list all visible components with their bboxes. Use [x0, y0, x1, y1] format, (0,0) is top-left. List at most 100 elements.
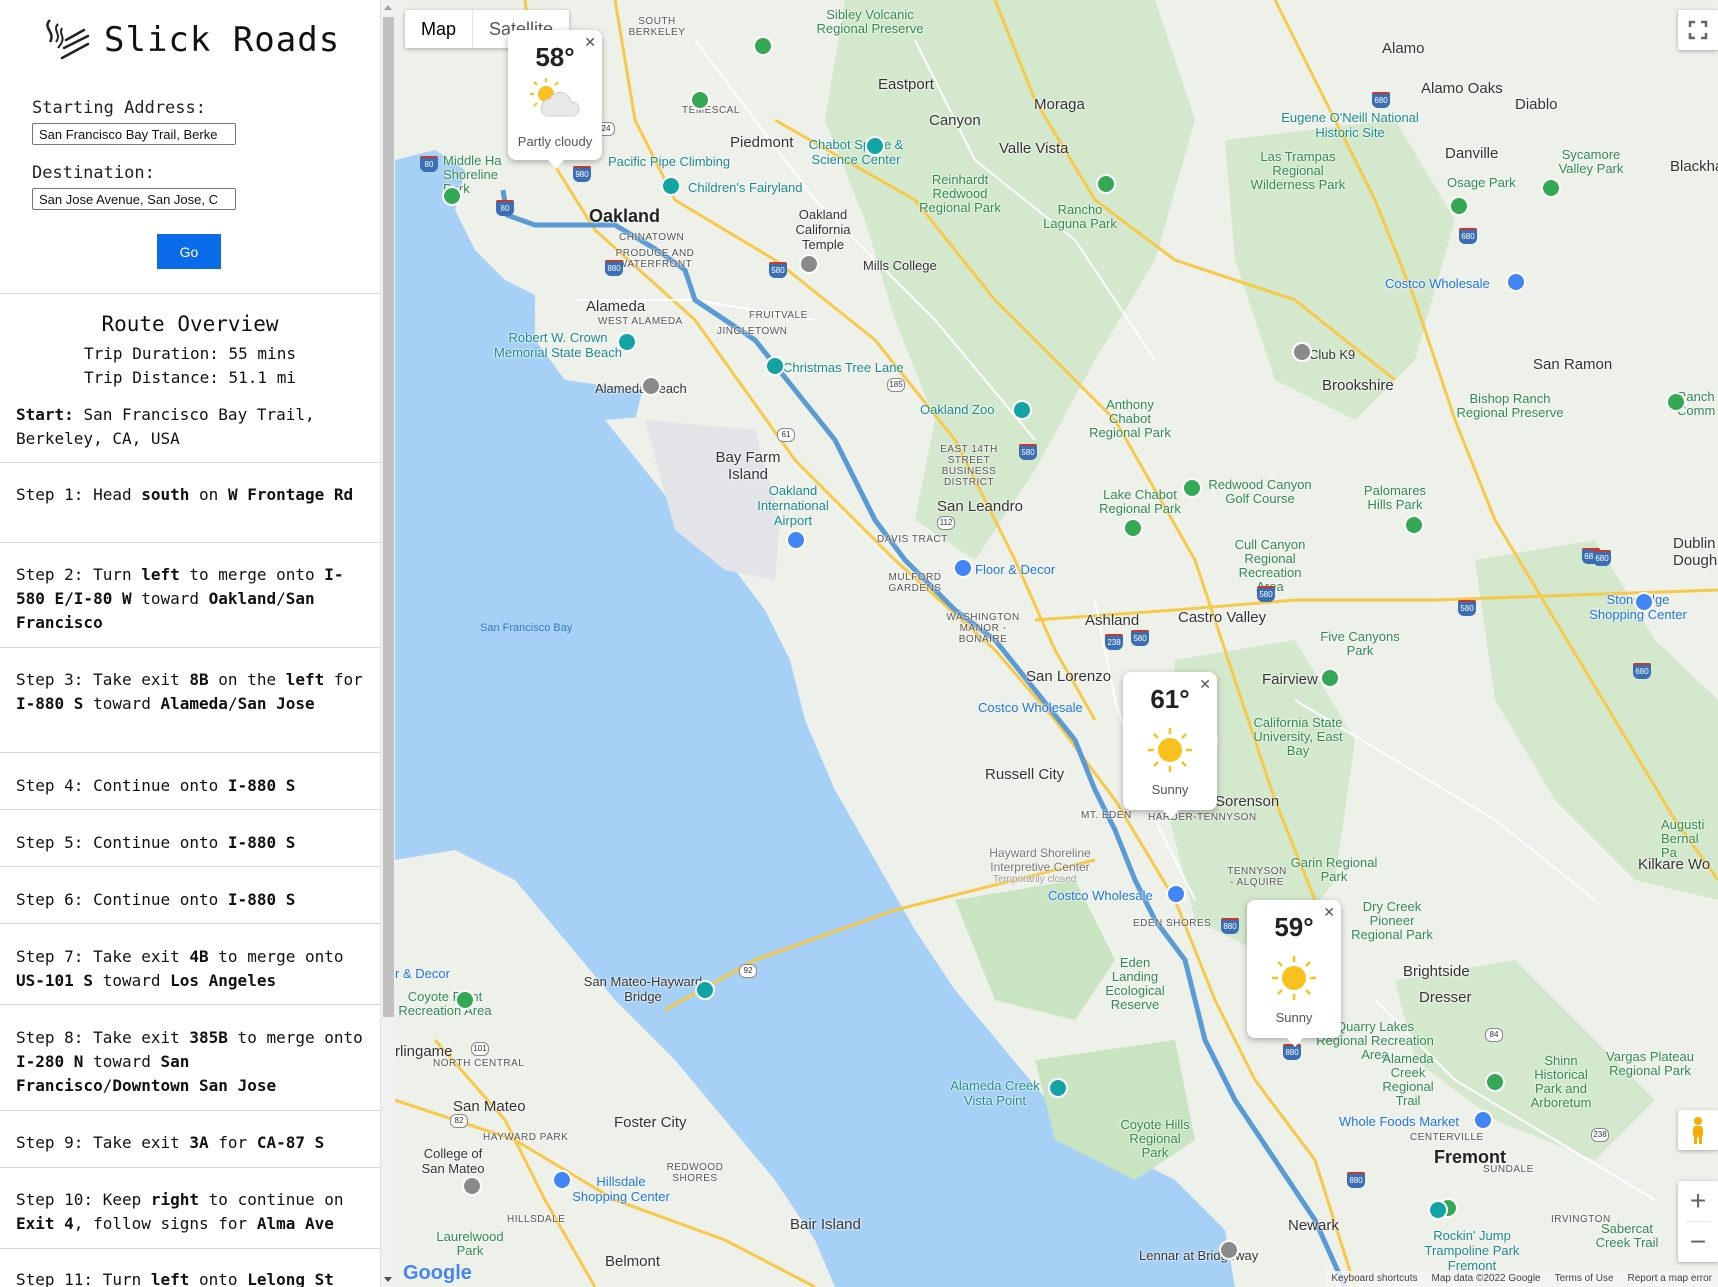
poi-robert-crown: Robert W. Crown Memorial State Beach — [494, 330, 622, 360]
place-icon[interactable] — [1292, 342, 1312, 362]
step-2[interactable]: Step 2: Turn left to merge onto I-580 E/… — [16, 563, 366, 635]
weather-card-1[interactable]: ✕ 58° Partly cloudy — [508, 30, 602, 169]
place-icon[interactable] — [1219, 1240, 1239, 1260]
camera-icon[interactable] — [865, 136, 885, 156]
route-marker: 238 — [1591, 1128, 1609, 1142]
golf-icon[interactable] — [1182, 478, 1202, 498]
park-icon[interactable] — [753, 36, 773, 56]
trip-distance: Trip Distance: 51.1 mi — [84, 368, 296, 387]
step-11[interactable]: Step 11: Turn left onto Lelong St — [16, 1268, 366, 1287]
airport-icon[interactable] — [786, 530, 806, 550]
step-text: onto — [189, 1270, 248, 1287]
scroll-up-icon[interactable] — [384, 5, 392, 10]
place-icon[interactable] — [641, 376, 661, 396]
shopping-bag-icon[interactable] — [1166, 884, 1186, 904]
start-address-input[interactable] — [32, 123, 236, 145]
step-7[interactable]: Step 7: Take exit 4B to merge onto US-10… — [16, 945, 366, 993]
google-logo[interactable]: Google — [403, 1262, 472, 1285]
poi-osage-park: Osage Park — [1447, 175, 1516, 190]
step-text: on the — [208, 670, 286, 689]
step-bold: I-880 S — [227, 776, 296, 795]
district-hayward-park: HAYWARD PARK — [483, 1132, 569, 1143]
poi-vargas: Vargas Plateau Regional Park — [1606, 1049, 1694, 1078]
place-danville: Danville — [1445, 145, 1499, 162]
route-overview-title: Route Overview — [101, 312, 279, 336]
place-piedmont: Piedmont — [730, 134, 794, 151]
route-marker: 185 — [887, 378, 905, 392]
sun-icon — [1272, 956, 1316, 1000]
park-icon[interactable] — [1666, 392, 1686, 412]
place-bair-island: Bair Island — [790, 1216, 861, 1233]
district-davis-tract: DAVIS TRACT — [877, 534, 948, 545]
weather-desc: Sunny — [1275, 1010, 1313, 1025]
place-blackhawk: Blackha — [1670, 158, 1718, 175]
park-icon[interactable] — [1123, 518, 1143, 538]
step-5[interactable]: Step 5: Continue onto I-880 S — [16, 831, 366, 855]
keyboard-shortcuts-link[interactable]: Keyboard shortcuts — [1331, 1271, 1417, 1287]
step-1[interactable]: Step 1: Head south on W Frontage Rd — [16, 483, 366, 507]
step-4[interactable]: Step 4: Continue onto I-880 S — [16, 774, 366, 798]
landmark-icon[interactable] — [799, 254, 819, 274]
school-icon[interactable] — [462, 1176, 482, 1196]
highway-shield: 580 — [1019, 444, 1037, 460]
step-6[interactable]: Step 6: Continue onto I-880 S — [16, 888, 366, 912]
park-icon[interactable] — [1320, 668, 1340, 688]
go-button[interactable]: Go — [157, 234, 221, 269]
place-ashland: Ashland — [1085, 612, 1140, 629]
shopping-bag-icon[interactable] — [1473, 1110, 1493, 1130]
place-diablo: Diablo — [1515, 96, 1558, 113]
weather-card-2[interactable]: ✕ 61° Sunny — [1123, 672, 1217, 819]
park-icon[interactable] — [1449, 196, 1469, 216]
park-icon[interactable] — [690, 90, 710, 110]
shopping-bag-icon[interactable] — [552, 1170, 572, 1190]
camera-icon[interactable] — [617, 332, 637, 352]
step-text: Step 8: Take exit — [16, 1028, 190, 1047]
weather-temp: 61° — [1150, 684, 1190, 714]
map-type-map-button[interactable]: Map — [405, 10, 472, 48]
weather-card-3[interactable]: ✕ 59° Sunny — [1247, 900, 1341, 1047]
shopping-bag-icon[interactable] — [1506, 272, 1526, 292]
step-9[interactable]: Step 9: Take exit 3A for CA-87 S — [16, 1131, 366, 1155]
paw-icon[interactable] — [1012, 400, 1032, 420]
camera-icon[interactable] — [661, 176, 681, 196]
park-icon[interactable] — [1404, 515, 1424, 535]
zoom-in-button[interactable]: + — [1678, 1181, 1718, 1221]
step-3[interactable]: Step 3: Take exit 8B on the left for I-8… — [16, 668, 366, 716]
report-error-link[interactable]: Report a map error — [1628, 1271, 1712, 1287]
highway-shield: 580 — [1458, 600, 1476, 616]
destination-input[interactable] — [32, 188, 236, 210]
step-text: / — [227, 694, 238, 713]
shopping-bag-icon[interactable] — [953, 558, 973, 578]
poi-mills-college: Mills College — [863, 258, 937, 273]
shopping-bag-icon[interactable] — [1634, 592, 1654, 612]
park-icon[interactable] — [1541, 178, 1561, 198]
camera-icon[interactable] — [1048, 1078, 1068, 1098]
step-text: on — [189, 485, 228, 504]
street-view-button[interactable] — [1678, 1110, 1718, 1150]
park-icon[interactable] — [1485, 1072, 1505, 1092]
step-text: Step 1: Head — [16, 485, 142, 504]
sidebar-scrollbar[interactable] — [380, 0, 396, 1287]
highway-shield: 680 — [1633, 663, 1651, 679]
terms-link[interactable]: Terms of Use — [1555, 1271, 1614, 1287]
scroll-down-icon[interactable] — [384, 1277, 392, 1282]
place-fairview: Fairview — [1262, 671, 1318, 688]
fullscreen-button[interactable] — [1678, 10, 1718, 50]
park-icon[interactable] — [455, 990, 475, 1010]
poi-sycamore-valley: Sycamore Valley Park — [1558, 147, 1624, 176]
poi-whole-foods: Whole Foods Market — [1339, 1114, 1459, 1129]
scrollbar-thumb[interactable] — [383, 17, 394, 1017]
camera-icon[interactable] — [1428, 1200, 1448, 1220]
zoom-out-button[interactable]: − — [1678, 1222, 1718, 1262]
map-canvas[interactable]: Oakland Fremont Alameda San Leandro Cast… — [395, 0, 1718, 1287]
step-8[interactable]: Step 8: Take exit 385B to merge onto I-2… — [16, 1026, 366, 1098]
place-sorenson: Sorenson — [1215, 793, 1280, 810]
park-icon[interactable] — [1096, 174, 1116, 194]
highway-shield: 580 — [1131, 630, 1149, 646]
route-marker: 61 — [777, 428, 795, 442]
camera-icon[interactable] — [765, 356, 785, 376]
step-10[interactable]: Step 10: Keep right to continue on Exit … — [16, 1188, 366, 1236]
bridge-icon[interactable] — [695, 980, 715, 1000]
park-icon[interactable] — [442, 186, 462, 206]
step-text: toward — [93, 971, 171, 990]
